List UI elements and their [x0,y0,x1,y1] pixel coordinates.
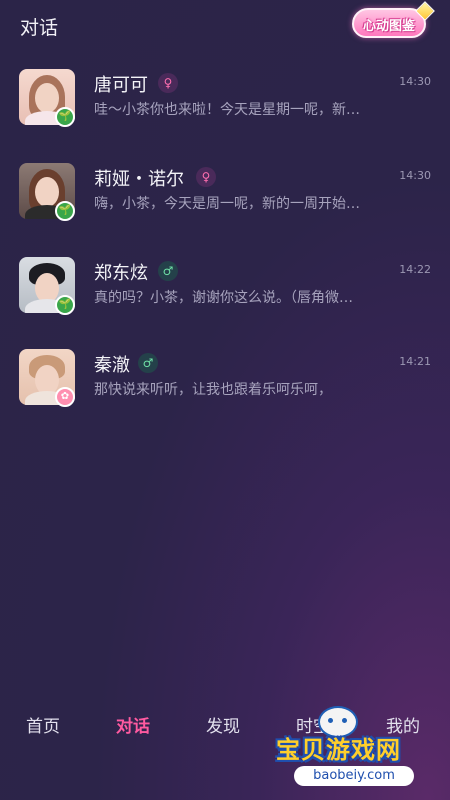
top-bar: 对话 心动图鉴 [0,0,450,50]
flower-icon: ✿ [55,387,75,407]
sprout-icon: 🌱 [55,201,75,221]
female-icon: ♀ [196,167,216,187]
chat-list-item[interactable]: 🌱 郑东炫 ♂ 14:22 真的吗？小茶，谢谢你这么说。（唇角微… [0,257,450,337]
chat-list-item[interactable]: 🌱 唐可可 ♀ 14:30 哇～小茶你也来啦！今天是星期一呢，新… [0,69,450,149]
watermark-text: 宝贝游戏网 [276,736,401,764]
contact-name: 秦澈 [94,355,130,376]
site-watermark: 宝贝游戏网 baobeiy.com [272,706,432,790]
heart-atlas-label: 心动图鉴 [362,19,415,34]
message-preview: 哇～小茶你也来啦！今天是星期一呢，新… [94,102,360,118]
tab-home[interactable]: 首页 [26,712,60,737]
message-preview: 真的吗？小茶，谢谢你这么说。（唇角微… [94,290,353,306]
male-icon: ♂ [158,261,178,281]
message-time: 14:30 [399,75,431,88]
contact-name: 唐可可 [94,75,148,96]
page-title: 对话 [20,17,59,39]
message-time: 14:21 [399,355,431,368]
sprout-icon: 🌱 [55,295,75,315]
tab-discover[interactable]: 发现 [206,712,240,737]
contact-name: 郑东炫 [94,263,148,284]
message-time: 14:30 [399,169,431,182]
watermark-url: baobeiy.com [294,766,414,786]
sprout-icon: 🌱 [55,107,75,127]
contact-name: 莉娅・诺尔 [94,169,184,190]
chat-list-item[interactable]: ✿ 秦澈 ♂ 14:21 那快说来听听，让我也跟着乐呵乐呵， [0,349,450,429]
female-icon: ♀ [158,73,178,93]
message-time: 14:22 [399,263,431,276]
tab-chat[interactable]: 对话 [116,712,150,737]
message-preview: 嗨，小茶，今天是周一呢，新的一周开始… [94,196,360,212]
male-icon: ♂ [138,353,158,373]
heart-atlas-button[interactable]: 心动图鉴 [348,1,435,40]
chat-list-item[interactable]: 🌱 莉娅・诺尔 ♀ 14:30 嗨，小茶，今天是周一呢，新的一周开始… [0,163,450,243]
message-preview: 那快说来听听，让我也跟着乐呵乐呵， [94,382,332,398]
